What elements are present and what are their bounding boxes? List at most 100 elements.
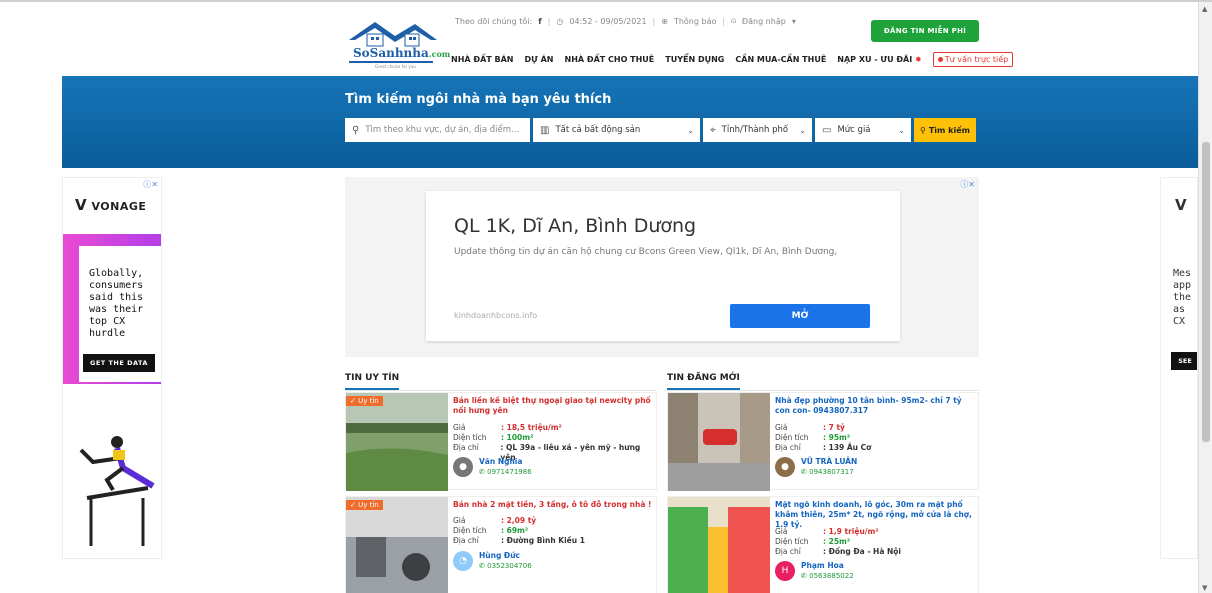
agent-name[interactable]: Hùng Đức [479,551,532,561]
property-type-select[interactable]: ▥ Tất cả bất động sản ⌄ [533,118,700,142]
price-label: Giá [453,516,466,525]
price-value: : 2,09 tỷ [501,516,537,525]
search-icon: ⚲ [352,124,360,136]
page-scrollbar[interactable]: ▲ ▼ [1198,2,1212,593]
left-side-ad[interactable]: ⓘ✕ V VONAGE Globally, consumers said thi… [62,177,162,559]
avatar: ● [775,457,795,477]
nav-item-jobs[interactable]: TUYỂN DỤNG [665,55,724,64]
listing-photo[interactable] [346,393,448,491]
agent-name[interactable]: Phạm Hoa [801,561,854,571]
search-button-label: Tìm kiếm [928,125,970,135]
nav-item-sale[interactable]: NHÀ ĐẤT BÁN [451,55,514,64]
nav-item-wanted[interactable]: CẦN MUA-CẦN THUÊ [735,55,826,64]
search-input[interactable]: ⚲ Tìm theo khu vực, dự án, địa điểm... [345,118,530,142]
city-value: Tỉnh/Thành phố [721,125,789,135]
scroll-down-icon[interactable]: ▼ [1202,584,1207,592]
hot-badge-icon: ✸ [915,55,922,64]
ad-line: app [1173,280,1192,291]
search-placeholder: Tìm theo khu vực, dự án, địa điểm... [365,125,520,135]
listing-agent[interactable]: H Phạm Hoa ✆ 0563885022 [775,561,854,581]
listing-title[interactable]: Bán nhà 2 mặt tiền, 3 tầng, ô tô đỗ tron… [453,500,655,510]
agent-name[interactable]: Văn Nghĩa [479,457,532,467]
nav-item-rent[interactable]: NHÀ ĐẤT CHO THUÊ [565,55,655,64]
price-select[interactable]: ▭ Mức giá ⌄ [815,118,911,142]
center-ad[interactable]: ⓘ✕ QL 1K, Dĩ An, Bình Dương Update thông… [345,177,979,357]
listing-agent[interactable]: ◔ Hùng Đức ✆ 0352304706 [453,551,532,571]
advisor-button[interactable]: Tư vấn trực tiếp [932,52,1014,67]
hero-title: Tìm kiếm ngôi nhà mà bạn yêu thích [345,92,612,107]
price-label: Giá [775,423,788,432]
scrollbar-thumb[interactable] [1202,142,1210,442]
right-side-ad[interactable]: V Mes app the as CX SEE [1160,177,1198,559]
ad-source: kinhdoanhbcons.info [454,311,538,320]
ad-brand-label: VONAGE [91,200,147,213]
ad-line: as [1173,304,1186,315]
agent-phone[interactable]: ✆ 0943807317 [801,467,857,477]
building-icon: ▥ [540,124,550,136]
trusted-badge: ✓ Uy tín [346,500,383,510]
ad-line: said this [89,292,144,303]
agent-phone[interactable]: ✆ 0563885022 [801,571,854,581]
area-label: Diện tích [453,433,487,442]
clock-icon: ◷ [556,16,564,26]
listing-card[interactable]: Mặt ngõ kinh doanh, lô góc, 30m ra mặt p… [667,496,979,593]
ad-choices-icon[interactable]: ⓘ✕ [143,179,158,190]
listing-photo[interactable] [346,497,448,593]
logo-text: SoSanhnha [353,46,429,60]
price-value: : 1,9 triệu/m² [823,527,879,536]
agent-phone[interactable]: ✆ 0352304706 [479,561,532,571]
notify-link[interactable]: Thông báo [674,17,716,26]
logo-tagline: Great choice for you [375,64,416,69]
nav-item-topup[interactable]: NẠP XU - ƯU ĐÃI ✸ [837,55,921,64]
ad-line: Globally, [89,268,144,279]
logo-domain: .com [428,49,451,59]
listing-agent[interactable]: ● Văn Nghĩa ✆ 0971471986 [453,457,532,477]
site-logo[interactable]: SoSanhnha.com Great choice for you [345,18,450,73]
address-value: : Đường Bình Kiều 1 [501,536,585,545]
ad-copy: Mes app the as CX [1173,268,1191,328]
avatar: ● [453,457,473,477]
signup-button[interactable]: ĐĂNG TIN MIỄN PHÍ [871,20,979,42]
address-value: : Đống Đa - Hà Nội [823,547,901,556]
ad-line: consumers [89,280,144,291]
listing-details: Giá: 1,9 triệu/m² Diện tích: 25m² Địa ch… [775,527,901,557]
chevron-down-icon: ⌄ [799,125,806,135]
ad-description: Update thông tin dự án căn hộ chung cư B… [454,247,838,257]
browser-viewport: SoSanhnha.com Great choice for you Theo … [0,0,1212,593]
chevron-down-icon: ⌄ [687,125,694,135]
price-value: Mức giá [837,125,871,135]
listing-title[interactable]: Bán liền kề biệt thự ngoại giao tại newc… [453,396,655,416]
facebook-icon[interactable]: f [538,17,541,26]
ad-cta-button[interactable]: SEE [1171,352,1197,370]
main-nav: NHÀ ĐẤT BÁN DỰ ÁN NHÀ ĐẤT CHO THUÊ TUYỂN… [451,52,1014,67]
login-link[interactable]: Đăng nhập [742,17,786,26]
ad-choices-icon[interactable]: ⓘ✕ [960,179,975,190]
ad-line: was their [89,304,144,315]
scroll-up-icon[interactable]: ▲ [1202,5,1207,13]
search-hero: Tìm kiếm ngôi nhà mà bạn yêu thích ⚲ Tìm… [62,76,1198,168]
listing-photo[interactable] [668,497,770,593]
listing-title[interactable]: Nhà đẹp phường 10 tân bình- 95m2- chỉ 7 … [775,396,977,416]
listing-agent[interactable]: ● VŨ TRÀ LUÂN ✆ 0943807317 [775,457,857,477]
ad-open-button[interactable]: MỞ [730,304,870,328]
ad-cta-button[interactable]: GET THE DATA [83,354,155,372]
listing-card[interactable]: ✓ Uy tín Bán nhà 2 mặt tiền, 3 tầng, ô t… [345,496,657,593]
address-label: Địa chỉ [453,536,479,545]
agent-name[interactable]: VŨ TRÀ LUÂN [801,457,857,467]
search-button[interactable]: ⚲ Tìm kiếm [914,118,976,142]
city-select[interactable]: ⌖ Tỉnh/Thành phố ⌄ [703,118,812,142]
agent-phone[interactable]: ✆ 0971471986 [479,467,532,477]
advisor-label: Tư vấn trực tiếp [944,55,1009,64]
ad-heading[interactable]: QL 1K, Dĩ An, Bình Dương [454,215,696,237]
avatar: H [775,561,795,581]
ad-line: the [1173,292,1192,303]
listing-photo[interactable] [668,393,770,491]
listing-card[interactable]: ✓ Uy tín Bán liền kề biệt thự ngoại giao… [345,392,657,491]
site-header: SoSanhnha.com Great choice for you Theo … [62,8,1198,76]
area-label: Diện tích [775,537,809,546]
listing-title[interactable]: Mặt ngõ kinh doanh, lô góc, 30m ra mặt p… [775,500,977,530]
listing-card[interactable]: Nhà đẹp phường 10 tân bình- 95m2- chỉ 7 … [667,392,979,491]
ad-copy: Globally, consumers said this was their … [89,268,143,340]
nav-item-projects[interactable]: DỰ ÁN [525,55,554,64]
search-icon: ⚲ [919,125,926,135]
